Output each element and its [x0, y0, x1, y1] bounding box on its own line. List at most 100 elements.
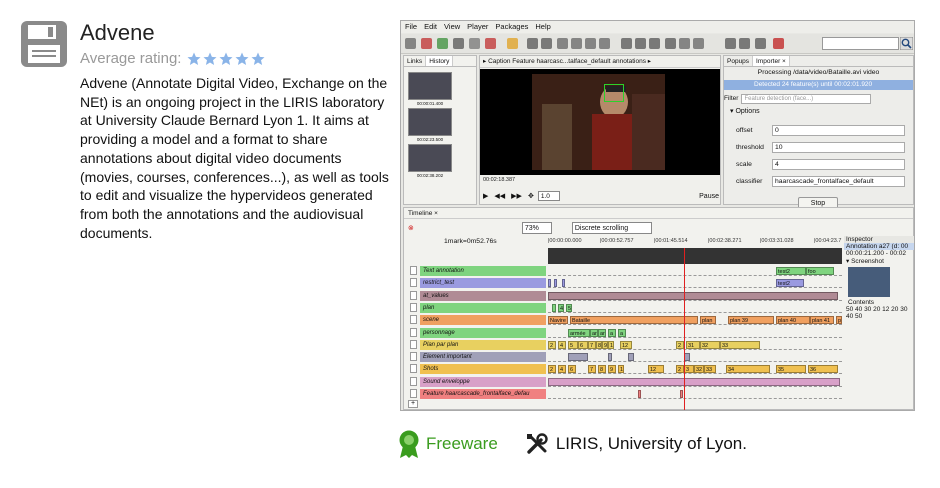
toolbar-icon[interactable] — [725, 38, 736, 49]
annotation-segment[interactable]: test2 — [776, 279, 804, 288]
option-value-input[interactable]: 0 — [772, 124, 905, 136]
annotation-segment[interactable]: Bataille — [570, 316, 698, 325]
annotation-segment[interactable]: 12 — [620, 340, 632, 349]
menu-item-player[interactable]: Player — [467, 21, 488, 33]
toolbar-icon[interactable] — [453, 38, 464, 49]
annotation-segment[interactable]: p — [836, 316, 842, 325]
option-value-input[interactable]: 10 — [772, 141, 905, 153]
menu-item-file[interactable]: File — [405, 21, 417, 33]
tab-importer-1[interactable]: Importer × — [753, 56, 790, 66]
annotation-segment[interactable]: 4 — [558, 340, 566, 349]
annotation-segment[interactable] — [554, 279, 557, 288]
track-toggle-button[interactable] — [410, 302, 417, 312]
close-icon[interactable]: ⊗ — [408, 224, 414, 232]
annotation-segment[interactable]: ar — [598, 328, 606, 337]
annotation-segment[interactable]: 33 — [704, 365, 716, 374]
toolbar-icon[interactable] — [649, 38, 660, 49]
toolbar-icon[interactable] — [507, 38, 518, 49]
toolbar-icon[interactable] — [635, 38, 646, 49]
annotation-segment[interactable] — [608, 353, 612, 362]
toolbar-icon[interactable] — [437, 38, 448, 49]
annotation-segment[interactable]: 35 — [776, 365, 806, 374]
toolbar-search-input[interactable] — [822, 37, 899, 50]
fullscreen-icon[interactable]: ✥ — [528, 192, 534, 200]
toolbar-icon[interactable] — [485, 38, 496, 49]
annotation-segment[interactable]: 6 — [568, 365, 576, 374]
history-thumbnail[interactable] — [408, 144, 452, 172]
tab-importer-0[interactable]: Popups — [724, 56, 754, 66]
track-toggle-button[interactable] — [410, 327, 417, 337]
track-toggle-button[interactable] — [410, 339, 417, 349]
track-name[interactable]: Shots — [420, 364, 546, 375]
annotation-segment[interactable]: 2 — [548, 365, 556, 374]
playback-rate-input[interactable]: 1.0 — [537, 191, 560, 201]
track-name[interactable]: personnage — [420, 327, 546, 338]
menu-item-help[interactable]: Help — [535, 21, 550, 33]
annotation-segment[interactable]: 3 — [684, 365, 694, 374]
toolbar-icon[interactable] — [541, 38, 552, 49]
toolbar-icon[interactable] — [665, 38, 676, 49]
toolbar-icon[interactable] — [405, 38, 416, 49]
menu-item-view[interactable]: View — [444, 21, 460, 33]
annotation-segment[interactable]: 32 — [700, 340, 720, 349]
annotation-segment[interactable]: foo — [806, 267, 834, 275]
play-icon[interactable]: ▶ — [483, 192, 488, 200]
annotation-segment[interactable]: 33 — [720, 340, 760, 349]
annotation-segment[interactable]: 4 — [558, 365, 566, 374]
annotation-segment[interactable] — [568, 353, 588, 362]
option-value-input[interactable]: 4 — [772, 158, 905, 170]
toolbar-icon[interactable] — [679, 38, 690, 49]
track-name[interactable]: Plan par plan — [420, 339, 546, 350]
toolbar-icon[interactable] — [693, 38, 704, 49]
annotation-segment[interactable]: 34 — [726, 365, 770, 374]
filter-input[interactable]: Feature detection (face...) — [741, 94, 872, 104]
track-toggle-button[interactable] — [410, 352, 417, 362]
annotation-segment[interactable]: 31 — [686, 340, 700, 349]
toolbar-icon[interactable] — [571, 38, 582, 49]
annotation-segment[interactable] — [548, 291, 838, 300]
annotation-segment[interactable] — [552, 303, 556, 312]
annotation-segment[interactable]: 1 — [608, 340, 614, 349]
track-name[interactable]: plan — [420, 302, 546, 313]
track-name[interactable]: restrict_test — [420, 278, 546, 289]
annotation-segment[interactable]: plan — [700, 316, 716, 325]
annotation-segment[interactable]: 4 — [558, 303, 564, 312]
annotation-segment[interactable]: 5 — [568, 340, 578, 349]
toolbar-icon[interactable] — [739, 38, 750, 49]
annotation-segment[interactable] — [628, 353, 634, 362]
classifier-select[interactable]: haarcascade_frontalface_default — [772, 175, 905, 187]
tab-links[interactable]: Links — [404, 56, 427, 66]
track-name[interactable]: Sound enveloppe — [420, 376, 546, 387]
track-toggle-button[interactable] — [410, 376, 417, 386]
toolbar-icon[interactable] — [585, 38, 596, 49]
annotation-segment[interactable]: 9 — [608, 365, 616, 374]
toolbar-icon[interactable] — [421, 38, 432, 49]
track-name[interactable]: scene — [420, 315, 546, 326]
annotation-segment[interactable]: ar — [590, 328, 598, 337]
toolbar-icon[interactable] — [755, 38, 766, 49]
annotation-segment[interactable]: plan 39 — [728, 316, 774, 325]
annotation-segment[interactable]: armée — [568, 328, 590, 337]
annotation-segment[interactable]: 12 — [648, 365, 664, 374]
annotation-segment[interactable] — [548, 377, 840, 386]
toolbar-icon[interactable] — [557, 38, 568, 49]
track-name[interactable]: at_values — [420, 290, 546, 301]
track-toggle-button[interactable] — [410, 266, 417, 275]
annotation-segment[interactable] — [562, 279, 565, 288]
annotation-segment[interactable]: 2 — [548, 340, 556, 349]
track-toggle-button[interactable] — [410, 364, 417, 374]
search-icon[interactable] — [900, 37, 913, 50]
video-area[interactable] — [480, 69, 720, 175]
annotation-segment[interactable]: Navire — [548, 316, 568, 325]
annotation-segment[interactable]: 1 — [618, 365, 624, 374]
track-toggle-button[interactable] — [410, 290, 417, 300]
history-thumbnail[interactable] — [408, 72, 452, 100]
track-name[interactable]: Feature haarcascade_frontalface_defau — [420, 389, 546, 399]
menu-item-packages[interactable]: Packages — [495, 21, 528, 33]
annotation-segment[interactable] — [638, 390, 641, 398]
annotation-segment[interactable] — [680, 390, 683, 398]
add-track-button[interactable]: + — [408, 400, 418, 408]
annotation-segment[interactable]: 7 — [588, 365, 596, 374]
annotation-segment[interactable]: 6 — [578, 340, 588, 349]
toolbar-icon[interactable] — [599, 38, 610, 49]
